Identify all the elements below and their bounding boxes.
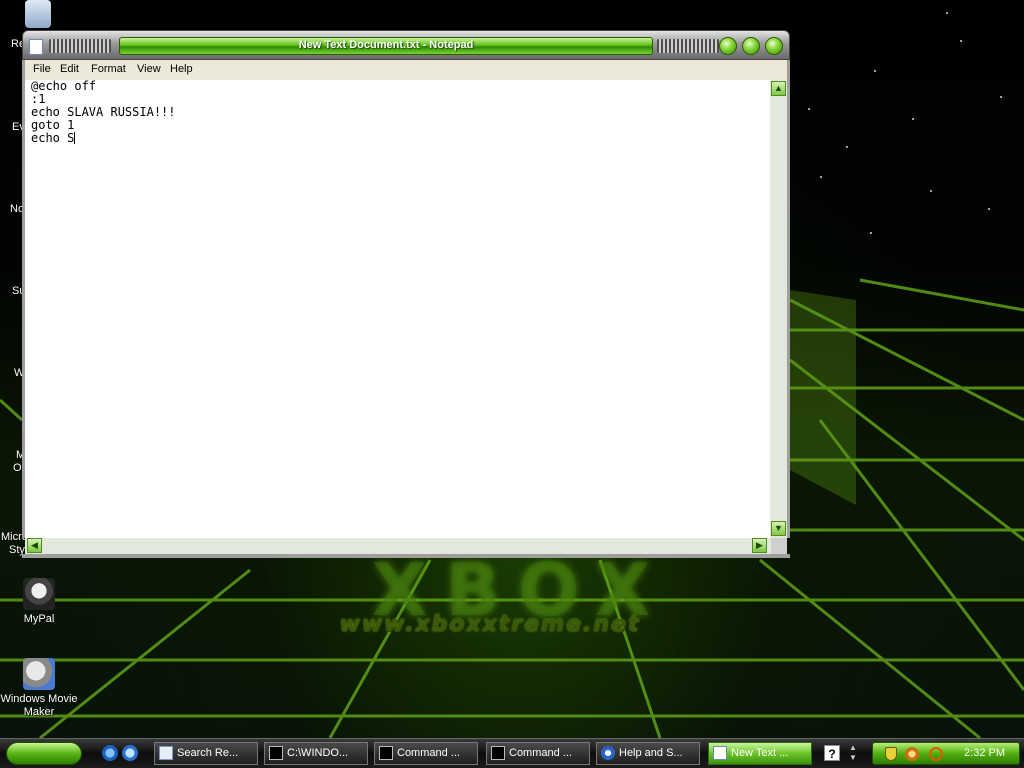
desktop-icon-mypal[interactable]: MyPal — [0, 578, 78, 626]
titlebar-grip-left — [49, 39, 111, 53]
wallpaper-url-text: www.xboxxtreme.net — [339, 612, 641, 637]
menu-view[interactable]: View — [137, 63, 161, 75]
desktop-icon-label-partial[interactable]: O — [13, 462, 22, 474]
console-icon — [269, 746, 283, 760]
document-icon — [159, 746, 173, 760]
clock[interactable]: 2:32 PM — [964, 747, 1005, 759]
menu-file[interactable]: File — [33, 63, 51, 75]
scroll-left-arrow-icon[interactable]: ◀ — [27, 538, 42, 553]
scroll-down-arrow-icon[interactable]: ▼ — [771, 521, 786, 536]
taskbar: Search Re... C:\WINDO... Command ... Com… — [0, 738, 1024, 768]
menu-bar: File Edit Format View Help — [22, 60, 790, 80]
task-command-window-1[interactable]: C:\WINDO... — [264, 742, 368, 765]
notepad-app-icon[interactable] — [29, 39, 43, 55]
close-button[interactable] — [765, 37, 783, 55]
tray-app-icon[interactable] — [905, 747, 919, 761]
recycle-bin-icon-image — [25, 0, 51, 28]
task-command-window-2[interactable]: Command ... — [374, 742, 478, 765]
menu-help[interactable]: Help — [170, 63, 193, 75]
task-command-window-3[interactable]: Command ... — [486, 742, 590, 765]
desktop-icon-label-line1: Windows Movie — [0, 693, 78, 705]
mypal-icon — [23, 578, 55, 610]
scroll-right-arrow-icon[interactable]: ▶ — [752, 538, 767, 553]
start-button[interactable] — [6, 742, 82, 765]
console-icon — [491, 746, 505, 760]
window-title: New Text Document.txt - Notepad — [298, 39, 474, 51]
maximize-button[interactable] — [742, 37, 760, 55]
editor-content: @echo off :1 echo SLAVA RUSSIA!!! goto 1… — [31, 79, 176, 145]
horizontal-scrollbar[interactable]: ◀ ▶ — [25, 538, 771, 555]
internet-explorer-icon[interactable] — [102, 745, 118, 761]
vertical-scrollbar[interactable]: ▲ ▼ — [770, 80, 787, 538]
scroll-up-arrow-icon[interactable]: ▲ — [771, 81, 786, 96]
system-tray: 2:32 PM — [872, 742, 1020, 765]
minimize-button[interactable] — [719, 37, 737, 55]
help-icon — [601, 746, 615, 760]
notepad-icon — [713, 746, 727, 760]
desktop-icon-movie-maker[interactable]: Windows Movie Maker — [0, 658, 78, 719]
editor-text[interactable]: @echo off :1 echo SLAVA RUSSIA!!! goto 1… — [31, 80, 176, 145]
titlebar-grip-right — [657, 39, 719, 53]
window-titlebar[interactable]: New Text Document.txt - Notepad — [22, 30, 790, 60]
notepad-window[interactable]: New Text Document.txt - Notepad File Edi… — [22, 30, 790, 558]
text-caret — [74, 132, 76, 144]
text-editor-area[interactable]: @echo off :1 echo SLAVA RUSSIA!!! goto 1… — [22, 80, 790, 538]
menu-edit[interactable]: Edit — [60, 63, 79, 75]
desktop-icon-label-line2: Maker — [23, 706, 55, 718]
window-bottom-border — [22, 554, 790, 558]
recycle-bin-icon[interactable] — [0, 0, 76, 31]
movie-maker-icon — [23, 658, 55, 690]
taskbar-scroll-arrows-icon[interactable]: ▲ ▼ — [848, 743, 858, 763]
quick-launch-icon[interactable] — [122, 745, 138, 761]
title-bar-center: New Text Document.txt - Notepad — [119, 37, 653, 55]
security-shield-icon[interactable] — [885, 747, 897, 761]
resize-grip-icon[interactable] — [771, 538, 787, 554]
help-question-icon[interactable]: ? — [824, 745, 840, 761]
menu-format[interactable]: Format — [91, 63, 126, 75]
task-search-results[interactable]: Search Re... — [154, 742, 258, 765]
desktop-icon-label: MyPal — [23, 613, 55, 625]
task-notepad-active[interactable]: New Text ... — [708, 742, 812, 765]
console-icon — [379, 746, 393, 760]
search-icon[interactable] — [929, 747, 943, 761]
task-help-and-support[interactable]: Help and S... — [596, 742, 700, 765]
